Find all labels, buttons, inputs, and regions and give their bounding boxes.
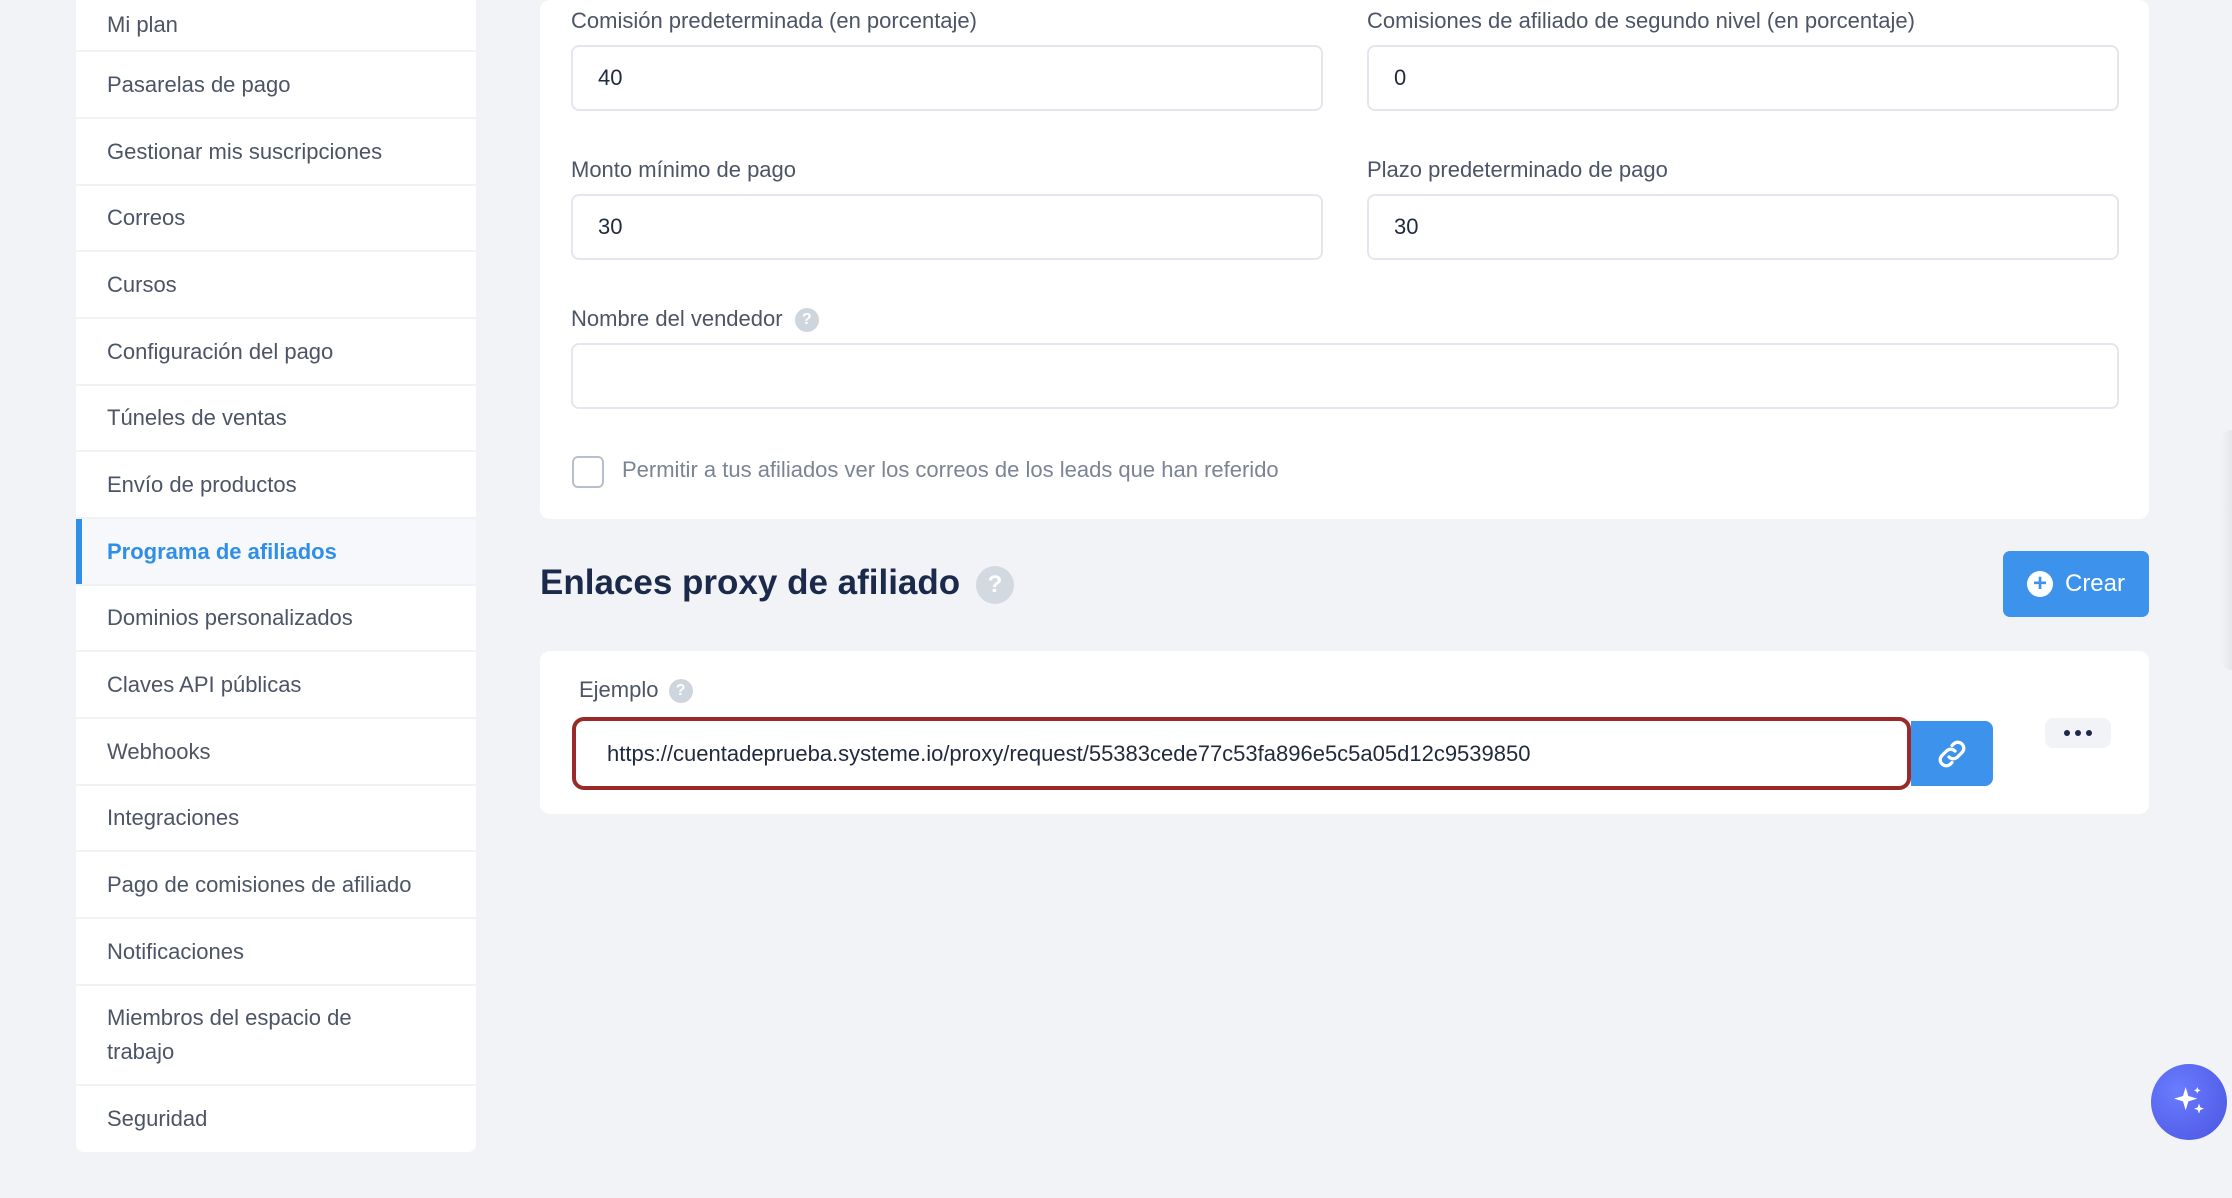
sparkles-icon	[2174, 1087, 2204, 1114]
seller-name-label-text: Nombre del vendedor	[571, 306, 783, 331]
sidebar-item-integraciones[interactable]: Integraciones	[76, 786, 476, 852]
sidebar-item-label: Claves API públicas	[107, 671, 302, 697]
sidebar-item-label: Gestionar mis suscripciones	[107, 138, 383, 164]
more-dots-icon	[2064, 730, 2070, 736]
page-edge-shadow	[2220, 430, 2232, 670]
proxy-link-label: Ejemplo ?	[579, 677, 693, 704]
sidebar-item-configuracion-del-pago[interactable]: Configuración del pago	[76, 319, 476, 386]
default-payout-term-input[interactable]: 30	[1367, 194, 2119, 260]
second-level-commission-label: Comisiones de afiliado de segundo nivel …	[1367, 8, 1915, 33]
proxy-link-url-field[interactable]: https://cuentadeprueba.systeme.io/proxy/…	[572, 717, 1911, 790]
default-commission-input[interactable]: 40	[571, 45, 1323, 111]
sidebar-item-label: Correos	[107, 205, 186, 230]
default-payout-term-label: Plazo predeterminado de pago	[1367, 157, 1668, 182]
sidebar-item-label: Configuración del pago	[107, 338, 334, 364]
help-icon[interactable]: ?	[976, 566, 1014, 604]
sidebar-item-cursos[interactable]: Cursos	[76, 252, 476, 319]
sidebar-item-label: Notificaciones	[107, 938, 244, 964]
sidebar-item-seguridad[interactable]: Seguridad	[76, 1086, 476, 1152]
sidebar-item-dominios-personalizados[interactable]: Dominios personalizados	[76, 586, 476, 652]
sidebar-item-pasarelas-de-pago[interactable]: Pasarelas de pago	[76, 52, 476, 119]
sidebar-item-webhooks[interactable]: Webhooks	[76, 719, 476, 786]
sidebar-item-notificaciones[interactable]: Notificaciones	[76, 919, 476, 986]
sidebar-item-mi-plan[interactable]: Mi plan	[76, 0, 476, 52]
proxy-links-title: Enlaces proxy de afiliado	[540, 563, 961, 602]
create-proxy-link-button[interactable]: + Crear	[2003, 551, 2149, 617]
min-payout-input[interactable]: 30	[571, 194, 1323, 260]
sidebar-item-label: Miembros del espacio de trabajo	[107, 1005, 352, 1064]
allow-see-emails-checkbox[interactable]	[572, 456, 604, 488]
sidebar-item-label: Seguridad	[107, 1106, 208, 1131]
default-commission-label: Comisión predeterminada (en porcentaje)	[571, 8, 977, 33]
plus-circle-icon: +	[2026, 571, 2053, 597]
proxy-link-url: https://cuentadeprueba.systeme.io/proxy/…	[607, 740, 1531, 766]
sidebar-item-label: Túneles de ventas	[107, 405, 287, 430]
link-icon	[1938, 740, 1966, 767]
ai-assistant-button[interactable]	[2151, 1064, 2227, 1140]
sidebar-item-label: Dominios personalizados	[107, 605, 353, 630]
sidebar-item-programa-de-afiliados[interactable]: Programa de afiliados	[76, 519, 476, 586]
sidebar-item-gestionar-suscripciones[interactable]: Gestionar mis suscripciones	[76, 119, 476, 186]
sidebar-item-claves-api-publicas[interactable]: Claves API públicas	[76, 652, 476, 719]
create-button-label: Crear	[2064, 570, 2125, 597]
more-options-button[interactable]	[2045, 718, 2111, 748]
sidebar-item-label: Programa de afiliados	[107, 538, 337, 564]
sidebar-item-envio-de-productos[interactable]: Envío de productos	[76, 452, 476, 519]
seller-name-input[interactable]	[571, 343, 2119, 409]
sidebar-item-label: Webhooks	[107, 738, 211, 764]
allow-see-emails-label: Permitir a tus afiliados ver los correos…	[622, 457, 1279, 482]
min-payout-label: Monto mínimo de pago	[571, 157, 797, 182]
help-icon[interactable]: ?	[794, 308, 819, 333]
help-icon[interactable]: ?	[668, 679, 693, 704]
sidebar-item-label: Pago de comisiones de afiliado	[107, 871, 412, 897]
sidebar-item-miembros-del-espacio[interactable]: Miembros del espacio de trabajo	[76, 986, 476, 1086]
sidebar-item-pago-de-comisiones[interactable]: Pago de comisiones de afiliado	[76, 852, 476, 919]
sidebar-item-label: Envío de productos	[107, 471, 297, 497]
settings-sidebar: Mi plan Pasarelas de pago Gestionar mis …	[76, 0, 476, 1152]
seller-name-label: Nombre del vendedor ?	[571, 306, 819, 333]
sidebar-item-label: Cursos	[107, 271, 177, 297]
sidebar-item-label: Integraciones	[107, 805, 240, 830]
more-dots-icon	[2086, 730, 2092, 736]
sidebar-item-tuneles-de-ventas[interactable]: Túneles de ventas	[76, 386, 476, 452]
sidebar-item-label: Pasarelas de pago	[107, 71, 291, 97]
second-level-commission-input[interactable]: 0	[1367, 45, 2119, 111]
more-dots-icon	[2075, 730, 2081, 736]
copy-link-button[interactable]	[1911, 721, 1993, 786]
sidebar-item-correos[interactable]: Correos	[76, 186, 476, 252]
proxy-link-label-text: Ejemplo	[579, 677, 659, 702]
sidebar-item-label: Mi plan	[107, 12, 178, 37]
